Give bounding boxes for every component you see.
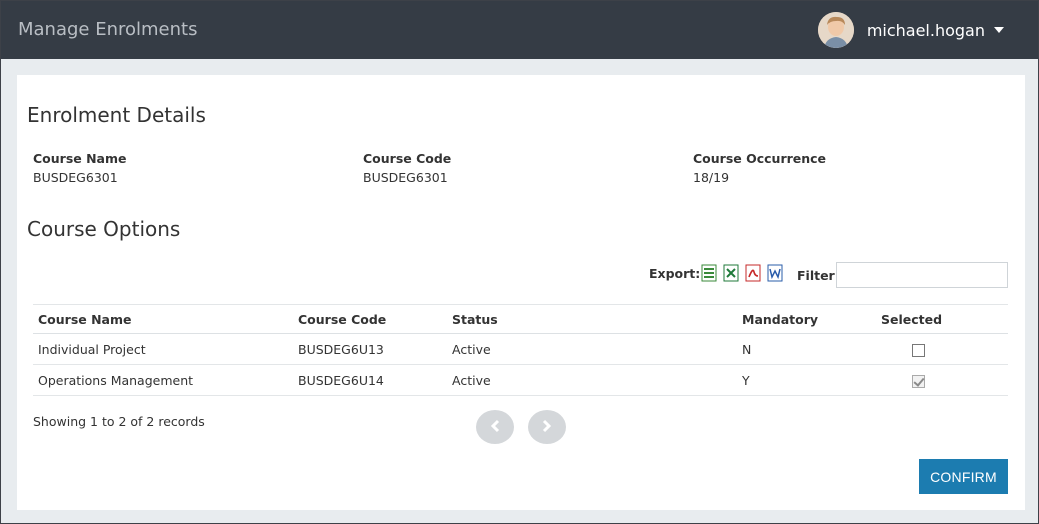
course-options-table: Course Name Course Code Status Mandatory… bbox=[33, 304, 1008, 396]
chevron-left-icon bbox=[489, 418, 501, 437]
cell-mandatory: Y bbox=[737, 364, 876, 396]
csv-icon[interactable] bbox=[701, 264, 717, 282]
course-options-heading: Course Options bbox=[27, 217, 181, 241]
confirm-button[interactable]: CONFIRM bbox=[919, 459, 1008, 494]
enrolment-details-heading: Enrolment Details bbox=[27, 103, 206, 127]
cell-mandatory: N bbox=[737, 333, 876, 365]
avatar bbox=[817, 12, 854, 48]
chevron-right-icon bbox=[541, 418, 553, 437]
filter-input[interactable] bbox=[836, 262, 1008, 288]
column-header-course-code[interactable]: Course Code bbox=[293, 304, 447, 334]
export-label: Export: bbox=[649, 266, 701, 281]
select-checkbox[interactable] bbox=[912, 343, 925, 357]
cell-course-code: BUSDEG6U14 bbox=[293, 364, 447, 396]
app-title: Manage Enrolments bbox=[18, 19, 198, 40]
column-header-selected[interactable]: Selected bbox=[876, 304, 1008, 334]
detail-course-name: Course Name BUSDEG6301 bbox=[33, 151, 127, 185]
enrolment-panel: Enrolment Details Course Name BUSDEG6301… bbox=[17, 75, 1025, 510]
next-page-button[interactable] bbox=[528, 410, 566, 444]
cell-selected bbox=[876, 333, 1008, 365]
column-header-status[interactable]: Status bbox=[447, 304, 737, 334]
cell-selected bbox=[876, 364, 1008, 396]
detail-label: Course Occurrence bbox=[693, 151, 827, 166]
username: michael.hogan bbox=[866, 20, 985, 40]
table-header-row: Course Name Course Code Status Mandatory… bbox=[33, 304, 1008, 334]
filter-label: Filter: bbox=[797, 268, 840, 283]
records-info: Showing 1 to 2 of 2 records bbox=[33, 414, 205, 429]
column-header-mandatory[interactable]: Mandatory bbox=[737, 304, 876, 334]
detail-value: 18/19 bbox=[693, 170, 730, 185]
cell-status: Active bbox=[447, 333, 737, 365]
word-icon[interactable] bbox=[767, 264, 783, 282]
column-header-course-name[interactable]: Course Name bbox=[33, 304, 293, 334]
cell-course-name: Individual Project bbox=[33, 333, 293, 365]
user-menu[interactable]: michael.hogan bbox=[817, 12, 1004, 48]
cell-course-code: BUSDEG6U13 bbox=[293, 333, 447, 365]
table-row: Operations Management BUSDEG6U14 Active … bbox=[33, 364, 1008, 396]
previous-page-button[interactable] bbox=[476, 410, 514, 444]
detail-course-occurrence: Course Occurrence 18/19 bbox=[693, 151, 826, 185]
detail-label: Course Code bbox=[363, 151, 452, 166]
table-row: Individual Project BUSDEG6U13 Active N bbox=[33, 333, 1008, 365]
cell-status: Active bbox=[447, 364, 737, 396]
select-checkbox bbox=[912, 374, 925, 388]
top-bar: Manage Enrolments michael.hogan bbox=[1, 1, 1038, 59]
pdf-icon[interactable] bbox=[745, 264, 761, 282]
export-toolbar bbox=[701, 264, 783, 282]
cell-course-name: Operations Management bbox=[33, 364, 293, 396]
chevron-down-icon bbox=[994, 27, 1004, 33]
detail-course-code: Course Code BUSDEG6301 bbox=[363, 151, 451, 185]
detail-label: Course Name bbox=[33, 151, 127, 166]
detail-value: BUSDEG6301 bbox=[33, 170, 118, 185]
detail-value: BUSDEG6301 bbox=[363, 170, 448, 185]
excel-icon[interactable] bbox=[723, 264, 739, 282]
